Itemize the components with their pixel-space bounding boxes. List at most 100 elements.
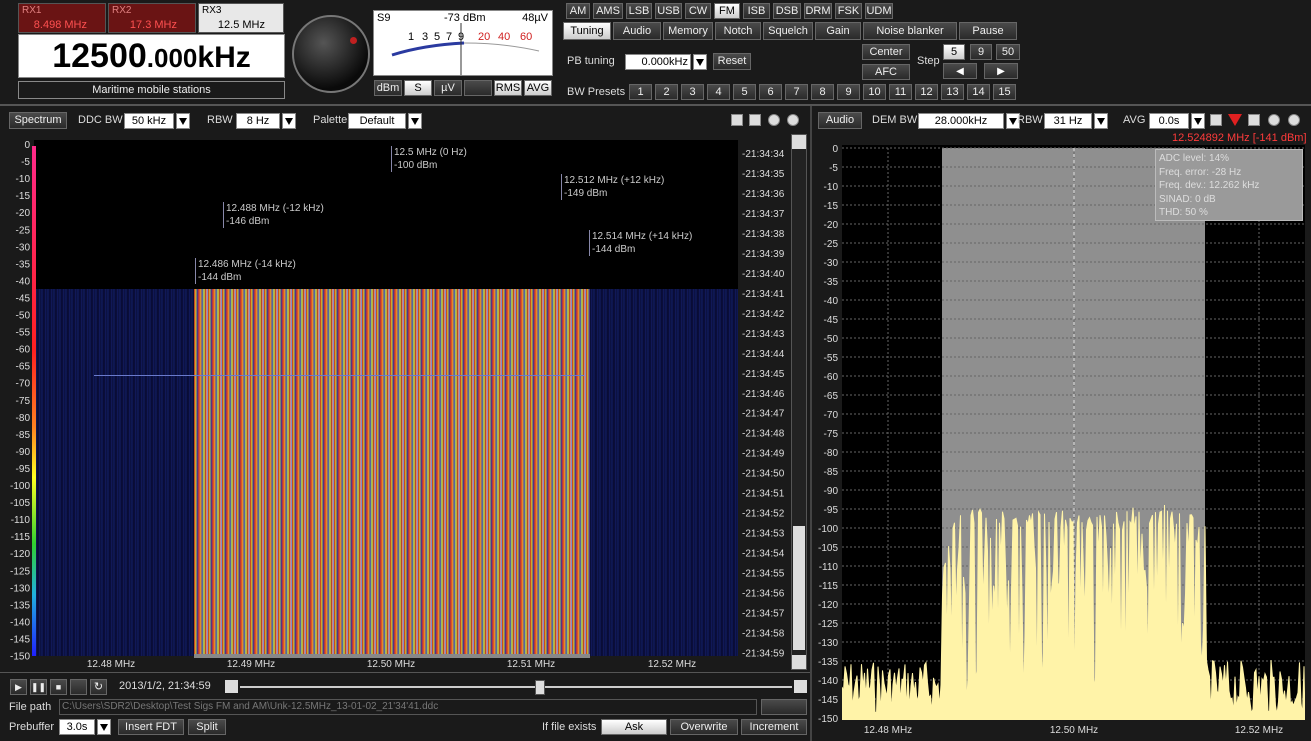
pause-icon[interactable] xyxy=(731,114,743,126)
main-frequency-display[interactable]: 12500.000kHz xyxy=(18,34,285,78)
bw-preset-button[interactable]: 2 xyxy=(655,84,678,100)
rx1-tab[interactable]: RX1 8.498 MHz xyxy=(18,3,106,33)
record-button[interactable] xyxy=(70,679,87,695)
bw-preset-button[interactable]: 3 xyxy=(681,84,704,100)
meter-avg-button[interactable]: AVG xyxy=(524,80,552,96)
step-left-button[interactable]: ◀ xyxy=(943,63,977,79)
avg-dropdown-icon[interactable] xyxy=(1191,113,1205,129)
audio-zoom-in-icon[interactable] xyxy=(1268,114,1280,126)
tab-tuning[interactable]: Tuning xyxy=(563,22,611,40)
bw-preset-button[interactable]: 14 xyxy=(967,84,990,100)
tab-squelch[interactable]: Squelch xyxy=(763,22,813,40)
step-5-button[interactable]: 5 xyxy=(943,44,965,60)
rbw-dropdown-icon[interactable] xyxy=(282,113,296,129)
insert-fdt-button[interactable]: Insert FDT xyxy=(118,719,184,735)
step-9-button[interactable]: 9 xyxy=(970,44,992,60)
mode-am[interactable]: AM xyxy=(566,3,590,19)
mode-cw[interactable]: CW xyxy=(685,3,711,19)
bw-preset-button[interactable]: 10 xyxy=(863,84,886,100)
bw-preset-button[interactable]: 7 xyxy=(785,84,808,100)
mode-ams[interactable]: AMS xyxy=(593,3,623,19)
seek-left-icon[interactable] xyxy=(225,680,238,693)
spectrum-button[interactable]: Spectrum xyxy=(9,112,67,129)
browse-button[interactable] xyxy=(761,699,807,715)
tab-audio[interactable]: Audio xyxy=(613,22,661,40)
loop-button[interactable]: ↻ xyxy=(90,679,107,695)
mode-lsb[interactable]: LSB xyxy=(626,3,652,19)
dem-bw-field[interactable]: 28.000kHz xyxy=(918,113,1004,129)
step-50-button[interactable]: 50 xyxy=(996,44,1020,60)
file-path-field[interactable]: C:\Users\SDR2\Desktop\Test Sigs FM and A… xyxy=(59,699,757,715)
ddc-bw-field[interactable]: 50 kHz xyxy=(124,113,174,129)
avg-field[interactable]: 0.0s xyxy=(1149,113,1189,129)
mode-fm[interactable]: FM xyxy=(714,3,740,19)
seek-thumb[interactable] xyxy=(535,680,545,695)
pb-tuning-field[interactable]: 0.000kHz xyxy=(625,54,691,70)
bw-preset-button[interactable]: 6 xyxy=(759,84,782,100)
meter-s-button[interactable]: S xyxy=(404,80,432,96)
save-icon[interactable] xyxy=(749,114,761,126)
mode-usb[interactable]: USB xyxy=(655,3,682,19)
ddc-bw-dropdown-icon[interactable] xyxy=(176,113,190,129)
bw-preset-button[interactable]: 9 xyxy=(837,84,860,100)
scroll-up-icon[interactable] xyxy=(792,135,806,149)
marker-red-icon[interactable] xyxy=(1228,114,1242,126)
bw-preset-button[interactable]: 4 xyxy=(707,84,730,100)
mode-dsb[interactable]: DSB xyxy=(773,3,801,19)
bw-preset-button[interactable]: 13 xyxy=(941,84,964,100)
tab-pause[interactable]: Pause xyxy=(959,22,1017,40)
afc-button[interactable]: AFC xyxy=(862,64,910,80)
tab-gain[interactable]: Gain xyxy=(815,22,861,40)
meter-uv-button[interactable]: µV xyxy=(434,80,462,96)
pb-reset-button[interactable]: Reset xyxy=(713,53,751,70)
bw-preset-button[interactable]: 5 xyxy=(733,84,756,100)
bw-preset-button[interactable]: 8 xyxy=(811,84,834,100)
tuning-knob[interactable] xyxy=(292,15,370,93)
audio-button[interactable]: Audio xyxy=(818,112,862,129)
tab-noise-blanker[interactable]: Noise blanker xyxy=(863,22,957,40)
pause-button[interactable]: ❚❚ xyxy=(30,679,47,695)
waterfall-scrollbar[interactable] xyxy=(791,134,807,670)
waterfall-area[interactable] xyxy=(34,140,738,656)
tab-memory[interactable]: Memory xyxy=(663,22,713,40)
bw-preset-button[interactable]: 1 xyxy=(629,84,652,100)
split-button[interactable]: Split xyxy=(188,719,226,735)
mode-isb[interactable]: ISB xyxy=(743,3,770,19)
seek-right-icon[interactable] xyxy=(794,680,807,693)
mode-drm[interactable]: DRM xyxy=(804,3,832,19)
prebuffer-dropdown-icon[interactable] xyxy=(97,719,111,735)
zoom-in-icon[interactable] xyxy=(768,114,780,126)
audio-zoom-out-icon[interactable] xyxy=(1288,114,1300,126)
palette-dropdown-icon[interactable] xyxy=(408,113,422,129)
meter-rms-button[interactable]: RMS xyxy=(494,80,522,96)
rx3-tab[interactable]: RX3 12.5 MHz xyxy=(198,3,284,33)
meter-blank-button[interactable] xyxy=(464,80,492,96)
marker-minus-14[interactable]: 12.486 MHz (-14 kHz) -144 dBm xyxy=(195,258,296,284)
bw-preset-button[interactable]: 12 xyxy=(915,84,938,100)
overwrite-button[interactable]: Overwrite xyxy=(670,719,738,735)
prebuffer-field[interactable]: 3.0s xyxy=(59,719,95,735)
ask-button[interactable]: Ask xyxy=(601,719,667,735)
play-button[interactable]: ▶ xyxy=(10,679,27,695)
marker-minus-12[interactable]: 12.488 MHz (-12 kHz) -146 dBm xyxy=(223,202,324,228)
scroll-down-icon[interactable] xyxy=(792,655,806,669)
rx2-tab[interactable]: RX2 17.3 MHz xyxy=(108,3,196,33)
pb-tuning-dropdown-icon[interactable] xyxy=(693,54,707,70)
audio-save-icon[interactable] xyxy=(1248,114,1260,126)
mode-udm[interactable]: UDM xyxy=(865,3,893,19)
lock-icon[interactable] xyxy=(1210,114,1222,126)
mode-fsk[interactable]: FSK xyxy=(835,3,862,19)
audio-rbw-dropdown-icon[interactable] xyxy=(1094,113,1108,129)
tab-notch[interactable]: Notch xyxy=(715,22,761,40)
scroll-thumb[interactable] xyxy=(793,526,805,650)
bw-preset-button[interactable]: 15 xyxy=(993,84,1016,100)
audio-spectrum-plot[interactable] xyxy=(842,145,1305,720)
increment-button[interactable]: Increment xyxy=(741,719,807,735)
center-button[interactable]: Center xyxy=(862,44,910,60)
marker-center[interactable]: 12.5 MHz (0 Hz) -100 dBm xyxy=(391,146,467,172)
zoom-out-icon[interactable] xyxy=(787,114,799,126)
marker-plus-14[interactable]: 12.514 MHz (+14 kHz) -144 dBm xyxy=(589,230,692,256)
bw-preset-button[interactable]: 11 xyxy=(889,84,912,100)
audio-rbw-field[interactable]: 31 Hz xyxy=(1044,113,1092,129)
palette-field[interactable]: Default xyxy=(348,113,406,129)
